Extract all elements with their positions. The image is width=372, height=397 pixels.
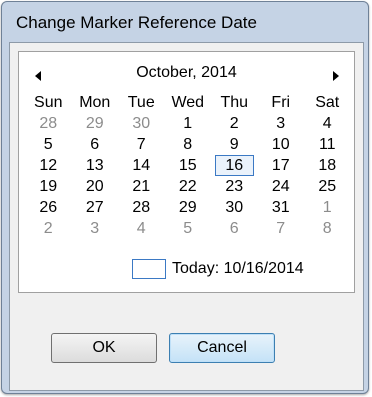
calendar-week-row: 28 29 30 1 2 3 4	[25, 113, 351, 134]
cancel-button[interactable]: Cancel	[169, 333, 275, 363]
calendar-day[interactable]: 8	[165, 134, 212, 155]
dialog-window: Change Marker Reference Date October, 20…	[1, 1, 369, 394]
today-label[interactable]: Today: 10/16/2014	[172, 260, 304, 278]
calendar-day[interactable]: 3	[258, 113, 305, 134]
calendar-day[interactable]: 31	[258, 197, 305, 218]
calendar-day[interactable]: 26	[25, 197, 72, 218]
calendar-day[interactable]: 28	[25, 113, 72, 134]
calendar-day[interactable]: 23	[211, 176, 258, 197]
calendar-week-row: 5 6 7 8 9 10 11	[25, 134, 351, 155]
day-of-week-label: Wed	[171, 94, 205, 111]
calendar-day[interactable]: 25	[304, 176, 351, 197]
calendar-day[interactable]: 29	[72, 113, 119, 134]
calendar-day[interactable]: 29	[165, 197, 212, 218]
calendar-day[interactable]: 11	[304, 134, 351, 155]
calendar-day[interactable]: 28	[118, 197, 165, 218]
calendar-day[interactable]: 14	[118, 155, 165, 176]
ok-button[interactable]: OK	[51, 333, 157, 363]
calendar-week-row: 12 13 14 15 16 17 18	[25, 155, 351, 176]
calendar-day[interactable]: 22	[165, 176, 212, 197]
calendar-day[interactable]: 5	[25, 134, 72, 155]
today-link[interactable]: Today: 10/16/2014	[132, 258, 304, 280]
calendar-day[interactable]: 17	[258, 155, 305, 176]
day-of-week-label: Sat	[315, 94, 340, 111]
calendar-grid: Sun Mon Tue Wed Thu Fri Sat 28 29 30 1 2…	[25, 92, 351, 239]
calendar-day[interactable]: 18	[304, 155, 351, 176]
calendar-week-row: 2 3 4 5 6 7 8	[25, 218, 351, 239]
today-marker-box	[132, 259, 166, 279]
day-of-week-label: Mon	[79, 94, 111, 111]
next-month-arrow-icon[interactable]	[333, 71, 339, 81]
calendar-day[interactable]: 1	[165, 113, 212, 134]
calendar-week-row: 26 27 28 29 30 31 1	[25, 197, 351, 218]
calendar-day[interactable]: 9	[211, 134, 258, 155]
title-bar[interactable]: Change Marker Reference Date	[2, 2, 368, 42]
calendar-day[interactable]: 5	[165, 218, 212, 239]
calendar-day[interactable]: 2	[25, 218, 72, 239]
calendar-day[interactable]: 4	[118, 218, 165, 239]
calendar-day[interactable]: 6	[211, 218, 258, 239]
calendar-day[interactable]: 27	[72, 197, 119, 218]
calendar-day[interactable]: 20	[72, 176, 119, 197]
calendar-day[interactable]: 30	[211, 197, 258, 218]
day-of-week-label: Fri	[271, 94, 291, 111]
calendar-day[interactable]: 21	[118, 176, 165, 197]
calendar-day[interactable]: 4	[304, 113, 351, 134]
calendar-day[interactable]: 3	[72, 218, 119, 239]
calendar-day[interactable]: 10	[258, 134, 305, 155]
month-calendar: October, 2014 Sun Mon Tue Wed Thu Fri Sa…	[18, 51, 355, 293]
calendar-day[interactable]: 30	[118, 113, 165, 134]
calendar-week-row: 19 20 21 22 23 24 25	[25, 176, 351, 197]
calendar-day[interactable]: 8	[304, 218, 351, 239]
calendar-day[interactable]: 24	[258, 176, 305, 197]
calendar-day[interactable]: 1	[304, 197, 351, 218]
day-of-week-label: Tue	[127, 94, 155, 111]
dialog-body: October, 2014 Sun Mon Tue Wed Thu Fri Sa…	[9, 42, 364, 391]
calendar-day[interactable]: 19	[25, 176, 72, 197]
day-of-week-label: Sun	[34, 94, 63, 111]
day-of-week-label: Thu	[220, 94, 249, 111]
calendar-day[interactable]: 7	[118, 134, 165, 155]
calendar-day[interactable]: 2	[211, 113, 258, 134]
calendar-day[interactable]: 13	[72, 155, 119, 176]
window-title: Change Marker Reference Date	[16, 13, 257, 32]
day-of-week-header: Sun Mon Tue Wed Thu Fri Sat	[25, 92, 351, 113]
calendar-day[interactable]: 6	[72, 134, 119, 155]
calendar-day-today[interactable]: 16	[215, 155, 254, 176]
month-title[interactable]: October, 2014	[19, 64, 354, 82]
calendar-day[interactable]: 7	[258, 218, 305, 239]
calendar-day[interactable]: 12	[25, 155, 72, 176]
calendar-day[interactable]: 15	[165, 155, 212, 176]
